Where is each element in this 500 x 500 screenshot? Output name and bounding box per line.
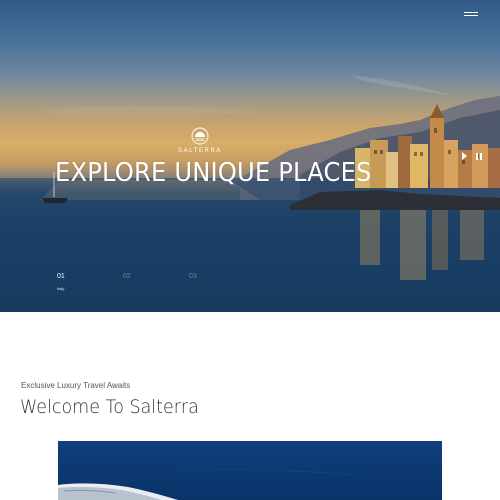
slide-indicators: 01 Italy 02 03 bbox=[57, 273, 477, 303]
slide-number: 01 bbox=[57, 273, 65, 280]
slide-number: 02 bbox=[123, 273, 131, 280]
menu-icon[interactable] bbox=[464, 10, 478, 20]
hero-background-image bbox=[0, 75, 500, 312]
brand-name: SALTERRA bbox=[177, 148, 223, 154]
hero-banner: SALTERRA EXPLORE UNIQUE PLACES 01 Italy … bbox=[0, 0, 500, 312]
feature-image bbox=[58, 441, 442, 500]
brand-logo[interactable]: SALTERRA bbox=[176, 127, 224, 154]
slide-indicator-2[interactable]: 02 bbox=[123, 273, 183, 286]
section-eyebrow: Exclusive Luxury Travel Awaits bbox=[21, 381, 131, 390]
slide-number: 03 bbox=[189, 273, 197, 280]
boat-on-water-image bbox=[58, 469, 359, 500]
logo-sun-icon bbox=[191, 127, 209, 145]
pause-icon[interactable] bbox=[476, 153, 482, 160]
welcome-section: Exclusive Luxury Travel Awaits Welcome T… bbox=[0, 312, 500, 500]
slide-label: Italy bbox=[57, 286, 65, 291]
slide-indicator-1[interactable]: 01 Italy bbox=[57, 273, 117, 291]
section-heading: Welcome To Salterra bbox=[20, 396, 199, 418]
slide-indicator-3[interactable]: 03 bbox=[189, 273, 249, 286]
hero-title: EXPLORE UNIQUE PLACES bbox=[55, 158, 372, 188]
play-icon[interactable] bbox=[461, 152, 469, 160]
